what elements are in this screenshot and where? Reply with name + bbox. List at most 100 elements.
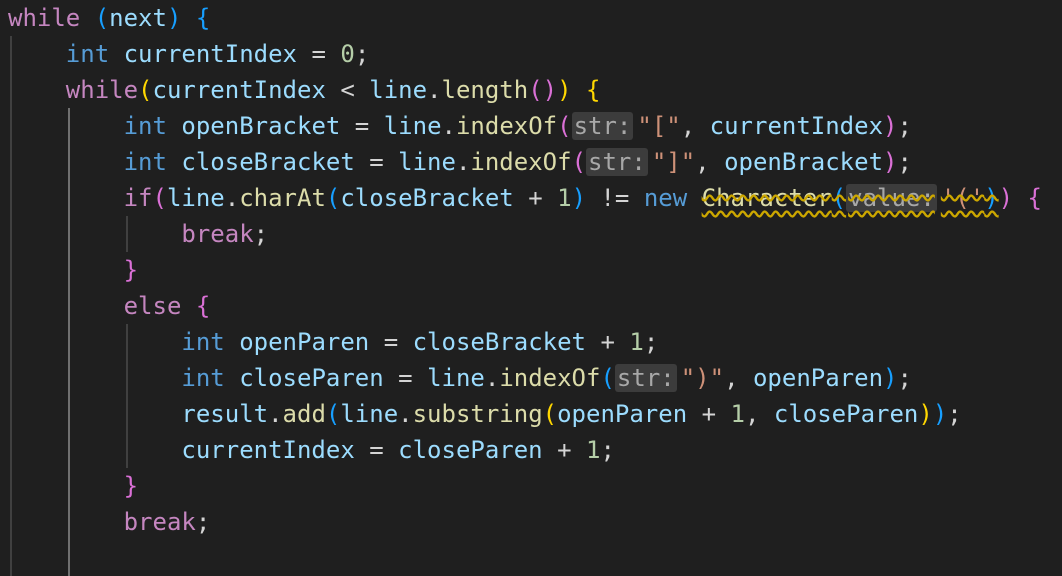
code-token: charAt — [239, 184, 326, 212]
code-token: line — [166, 184, 225, 212]
code-token: != — [586, 184, 644, 212]
code-token: . — [455, 148, 471, 176]
code-line[interactable]: break; — [124, 504, 211, 540]
deprecated-token: ) — [984, 184, 999, 212]
code-token: 1 — [730, 400, 745, 428]
code-token: . — [441, 112, 456, 140]
code-line[interactable]: while(currentIndex < line.length()) { — [66, 72, 601, 108]
deprecated-token: Character — [701, 184, 832, 212]
code-token: if — [123, 184, 153, 212]
code-line[interactable]: break; — [181, 216, 268, 252]
indent-guide — [10, 36, 12, 576]
code-token: openBracket — [724, 148, 884, 176]
code-line[interactable]: int openBracket = line.indexOf(str: "[", … — [124, 108, 912, 144]
code-token: substring — [412, 400, 543, 428]
code-token: { — [586, 76, 601, 104]
code-token: + — [513, 184, 558, 212]
code-token: () — [528, 76, 558, 104]
code-token: . — [268, 400, 283, 428]
code-token: ) — [932, 400, 948, 428]
code-token: while — [8, 4, 81, 32]
code-line[interactable]: currentIndex = closeParen + 1; — [181, 432, 615, 468]
code-token: . — [484, 364, 500, 392]
code-token: break — [181, 220, 254, 248]
code-token: ( — [325, 400, 341, 428]
code-token: closeParen — [239, 364, 384, 392]
code-token: < — [325, 76, 370, 104]
code-token: } — [123, 256, 139, 284]
code-token: , — [724, 364, 753, 392]
parameter-hint: value: — [846, 184, 937, 212]
code-token: closeParen — [773, 400, 919, 428]
code-token: { — [1027, 184, 1042, 212]
code-token: openParen — [752, 364, 884, 392]
code-token: result — [181, 400, 269, 428]
code-token: 1 — [586, 436, 601, 464]
code-token: ; — [643, 328, 659, 356]
indent-guide — [125, 216, 128, 252]
code-token: int — [123, 148, 167, 176]
code-token: ) — [883, 364, 898, 392]
code-line[interactable]: } — [124, 252, 138, 288]
code-token: ; — [897, 148, 912, 176]
code-line[interactable]: while (next) { — [8, 0, 210, 36]
code-token: ) — [998, 184, 1014, 212]
code-token: int — [181, 328, 225, 356]
code-editor[interactable]: while (next) {int currentIndex = 0; while… — [0, 0, 1062, 576]
code-token: ")" — [680, 364, 725, 392]
code-line[interactable]: int openParen = closeBracket + 1; — [181, 324, 658, 360]
code-token: ) — [571, 184, 587, 212]
code-token: length — [441, 76, 529, 104]
code-line[interactable]: else { — [124, 288, 211, 324]
code-token: . — [224, 184, 240, 212]
code-line[interactable]: int closeBracket = line.indexOf(str: "]",… — [124, 144, 912, 180]
code-token: ( — [94, 4, 110, 32]
code-line[interactable]: int closeParen = line.indexOf(str: ")", o… — [181, 360, 912, 396]
code-token: break — [123, 508, 196, 536]
code-token: indexOf — [455, 112, 558, 140]
code-token: ) — [166, 4, 182, 32]
code-token: currentIndex — [123, 40, 297, 68]
code-token: = — [354, 436, 399, 464]
code-token: line — [340, 400, 399, 428]
code-token: while — [65, 76, 139, 104]
code-line[interactable]: if(line.charAt(closeBracket + 1) != new … — [124, 180, 1042, 216]
code-token: ; — [600, 436, 615, 464]
code-token: , — [744, 400, 774, 428]
code-token: ( — [138, 76, 153, 104]
code-token: indexOf — [470, 148, 572, 176]
code-token: closeBracket — [340, 184, 514, 212]
code-token: + — [687, 400, 731, 428]
code-line[interactable]: } — [124, 468, 138, 504]
code-token: , — [695, 148, 725, 176]
code-token: ) — [883, 148, 898, 176]
code-token: closeBracket — [181, 148, 355, 176]
code-line[interactable]: int currentIndex = 0; — [66, 36, 369, 72]
code-token: closeBracket — [412, 328, 586, 356]
code-token: new — [643, 184, 688, 212]
code-token: = — [354, 148, 399, 176]
code-token: ; — [354, 40, 370, 68]
code-token: ; — [947, 400, 962, 428]
indent-guide — [67, 108, 70, 576]
code-token: + — [586, 328, 630, 356]
code-token: line — [369, 76, 428, 104]
code-line[interactable]: result.add(line.substring(openParen + 1,… — [181, 396, 961, 432]
code-token: currentIndex — [152, 76, 326, 104]
code-token: line — [398, 148, 456, 176]
code-token: ( — [600, 364, 615, 392]
code-token: "]" — [651, 148, 696, 176]
code-token: { — [195, 4, 211, 32]
code-token: 1 — [629, 328, 644, 356]
code-token: openParen — [239, 328, 370, 356]
parameter-hint: str: — [614, 364, 677, 392]
